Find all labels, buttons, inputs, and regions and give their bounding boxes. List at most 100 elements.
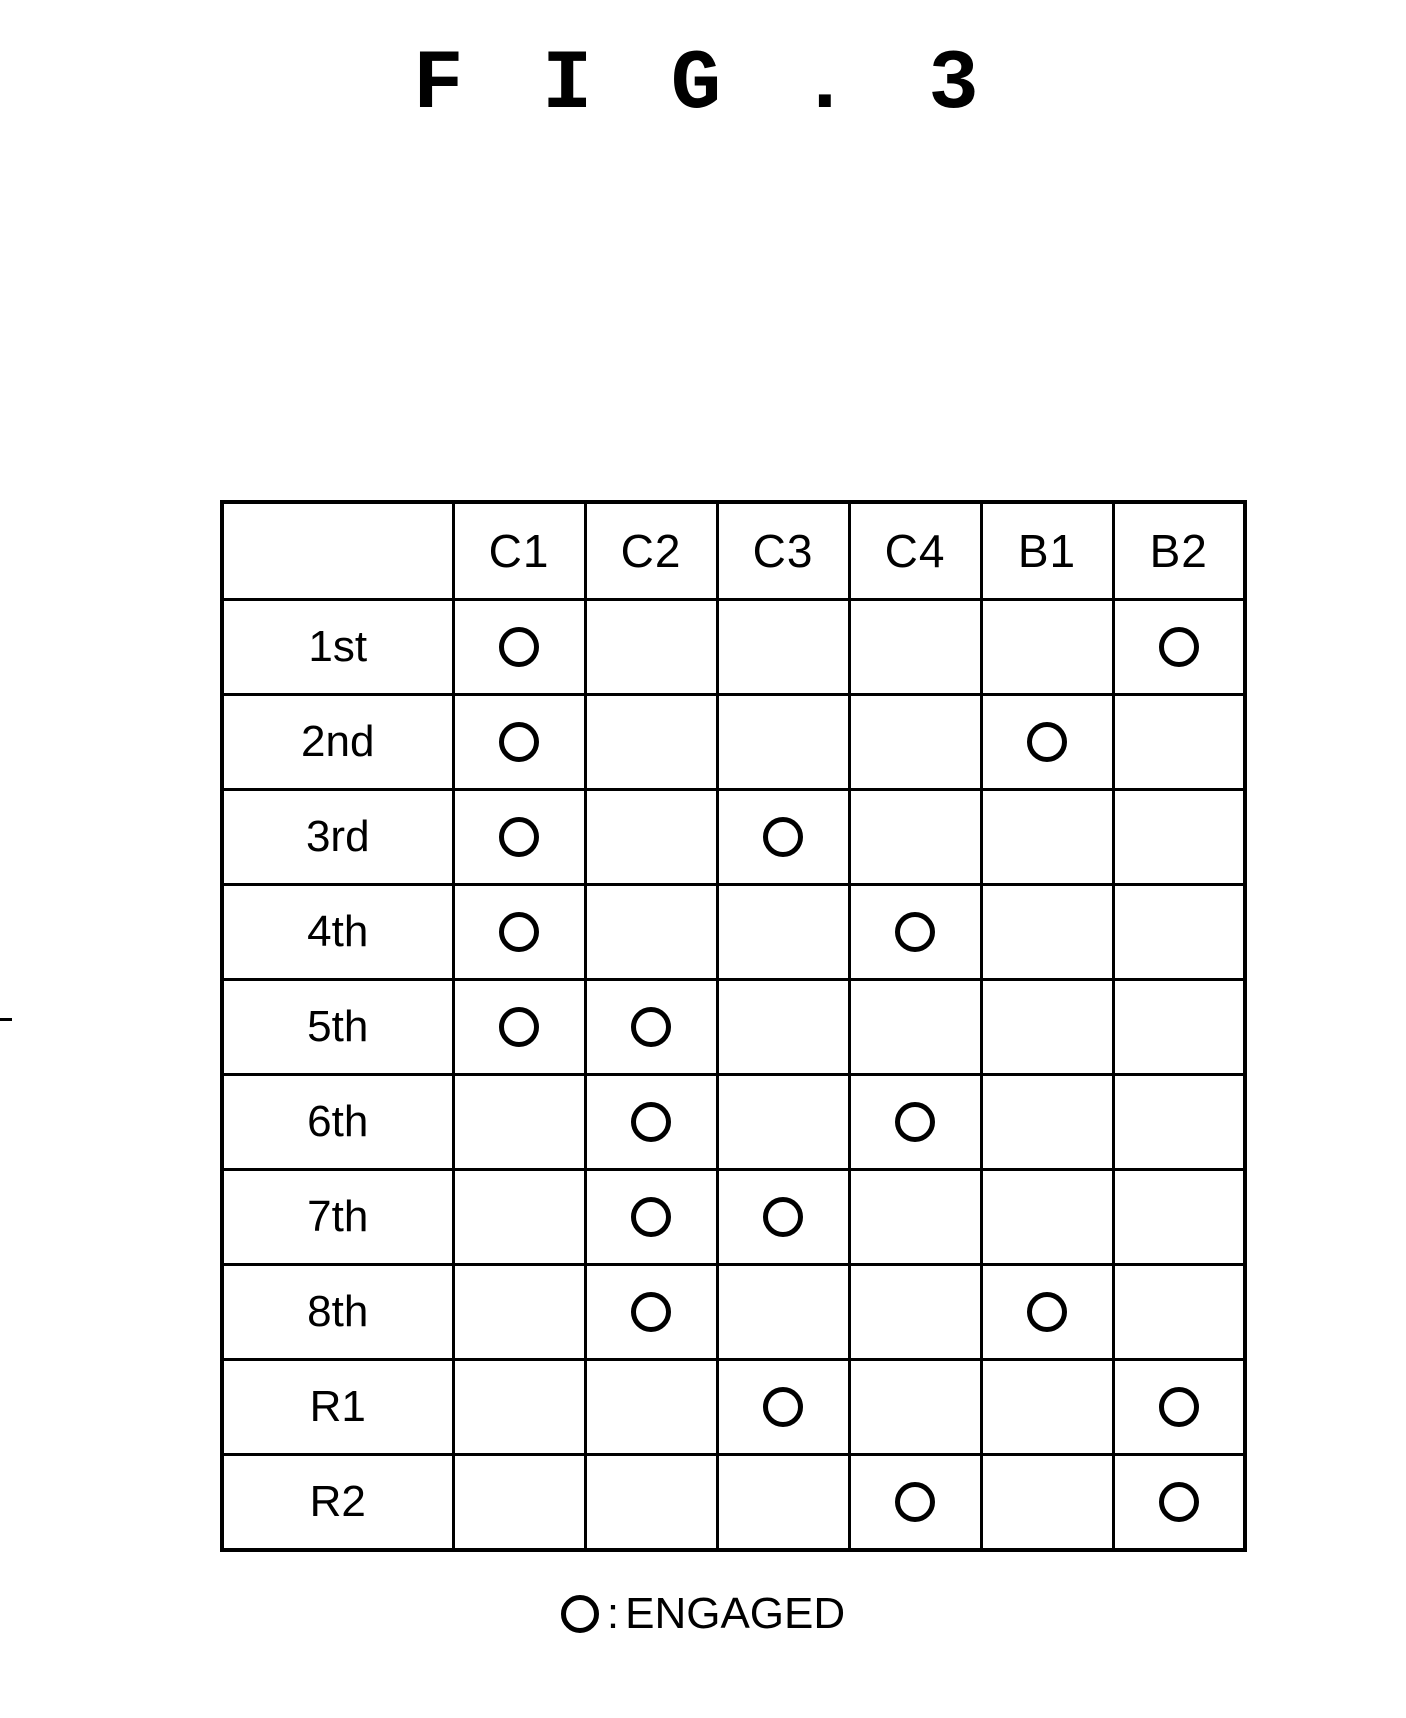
engaged-circle-icon	[560, 1595, 599, 1633]
legend: : ENGAGED	[0, 1592, 1406, 1641]
engaged-circle-icon	[763, 1197, 803, 1237]
margin-tick-mark	[0, 1018, 12, 1021]
cell-1st-b2	[1111, 598, 1247, 696]
cell-1st-c1	[451, 598, 587, 696]
cell-r1-c2	[583, 1358, 719, 1456]
column-header-c3: C3	[715, 500, 851, 601]
row-header-5th: 5th	[220, 978, 455, 1076]
table-row: 7th	[220, 1168, 1247, 1266]
engaged-circle-icon	[499, 912, 539, 952]
table-row: 5th	[220, 978, 1247, 1076]
table-head: C1 C2 C3 C4 B1 B2	[220, 500, 1247, 601]
table-row: 8th	[220, 1263, 1247, 1361]
cell-r2-c1	[451, 1453, 587, 1552]
engaged-circle-icon	[1027, 1292, 1067, 1332]
legend-separator: :	[606, 1589, 620, 1638]
cell-6th-c4	[847, 1073, 983, 1171]
engaged-circle-icon	[763, 1387, 803, 1427]
cell-8th-c2	[583, 1263, 719, 1361]
legend-inner: : ENGAGED	[560, 1589, 846, 1638]
cell-2nd-b1	[979, 693, 1115, 791]
engagement-table: C1 C2 C3 C4 B1 B2 1st 2nd 3rd 4th 5th 6th 7th 8…	[220, 500, 1247, 1552]
engaged-circle-icon	[1158, 1482, 1199, 1522]
row-header-1st: 1st	[220, 598, 455, 696]
cell-2nd-c4	[847, 693, 983, 791]
row-header-2nd: 2nd	[220, 693, 455, 791]
cell-5th-b2	[1111, 978, 1247, 1076]
cell-4th-b1	[979, 883, 1115, 981]
column-header-c2: C2	[583, 500, 719, 601]
cell-r1-c1	[451, 1358, 587, 1456]
engaged-circle-icon	[1027, 722, 1067, 762]
engaged-circle-icon	[499, 1007, 539, 1047]
cell-6th-b2	[1111, 1073, 1247, 1171]
table-row: R1	[220, 1358, 1247, 1456]
row-header-7th: 7th	[220, 1168, 455, 1266]
cell-r2-c4	[847, 1453, 983, 1552]
engaged-circle-icon	[499, 627, 539, 667]
cell-2nd-c3	[715, 693, 851, 791]
cell-6th-c3	[715, 1073, 851, 1171]
cell-3rd-b1	[979, 788, 1115, 886]
table-row: 3rd	[220, 788, 1247, 886]
cell-5th-b1	[979, 978, 1115, 1076]
cell-7th-b2	[1111, 1168, 1247, 1266]
cell-r1-b1	[979, 1358, 1115, 1456]
row-header-6th: 6th	[220, 1073, 455, 1171]
row-header-r2: R2	[220, 1453, 455, 1552]
cell-8th-c3	[715, 1263, 851, 1361]
cell-4th-c3	[715, 883, 851, 981]
legend-label: ENGAGED	[625, 1589, 846, 1638]
cell-2nd-b2	[1111, 693, 1247, 791]
cell-1st-c4	[847, 598, 983, 696]
table-header-row: C1 C2 C3 C4 B1 B2	[220, 500, 1247, 601]
engaged-circle-icon	[895, 912, 935, 952]
cell-3rd-b2	[1111, 788, 1247, 886]
cell-3rd-c1	[451, 788, 587, 886]
engaged-circle-icon	[631, 1197, 671, 1237]
cell-6th-c1	[451, 1073, 587, 1171]
cell-8th-c1	[451, 1263, 587, 1361]
row-header-4th: 4th	[220, 883, 455, 981]
cell-5th-c2	[583, 978, 719, 1076]
column-header-b2: B2	[1111, 500, 1247, 601]
cell-4th-b2	[1111, 883, 1247, 981]
cell-3rd-c3	[715, 788, 851, 886]
table-row: 1st	[220, 598, 1247, 696]
cell-6th-b1	[979, 1073, 1115, 1171]
engaged-circle-icon	[895, 1102, 935, 1142]
cell-1st-c2	[583, 598, 719, 696]
cell-2nd-c1	[451, 693, 587, 791]
table-body: 1st 2nd 3rd 4th 5th 6th 7th 8th R1 R2	[220, 598, 1247, 1552]
cell-4th-c1	[451, 883, 587, 981]
cell-7th-c1	[451, 1168, 587, 1266]
row-header-8th: 8th	[220, 1263, 455, 1361]
engaged-circle-icon	[631, 1292, 671, 1332]
cell-r2-b1	[979, 1453, 1115, 1552]
engaged-circle-icon	[499, 722, 539, 762]
table-row: R2	[220, 1453, 1247, 1552]
engaged-circle-icon	[499, 817, 539, 857]
column-header-c1: C1	[451, 500, 587, 601]
table-row: 4th	[220, 883, 1247, 981]
cell-r2-b2	[1111, 1453, 1247, 1552]
engaged-circle-icon	[895, 1482, 935, 1522]
cell-3rd-c2	[583, 788, 719, 886]
engaged-circle-icon	[1158, 627, 1199, 667]
column-header-b1: B1	[979, 500, 1115, 601]
cell-8th-c4	[847, 1263, 983, 1361]
cell-4th-c4	[847, 883, 983, 981]
row-header-r1: R1	[220, 1358, 455, 1456]
cell-r1-c4	[847, 1358, 983, 1456]
cell-7th-c2	[583, 1168, 719, 1266]
engaged-circle-icon	[631, 1007, 671, 1047]
cell-7th-c3	[715, 1168, 851, 1266]
cell-r1-b2	[1111, 1358, 1247, 1456]
table-row: 6th	[220, 1073, 1247, 1171]
cell-1st-c3	[715, 598, 851, 696]
cell-8th-b1	[979, 1263, 1115, 1361]
table-corner-cell	[220, 500, 455, 601]
cell-2nd-c2	[583, 693, 719, 791]
engagement-table-container: C1 C2 C3 C4 B1 B2 1st 2nd 3rd 4th 5th 6th 7th 8…	[220, 500, 1247, 1552]
figure-title: F I G . 3	[413, 38, 993, 133]
